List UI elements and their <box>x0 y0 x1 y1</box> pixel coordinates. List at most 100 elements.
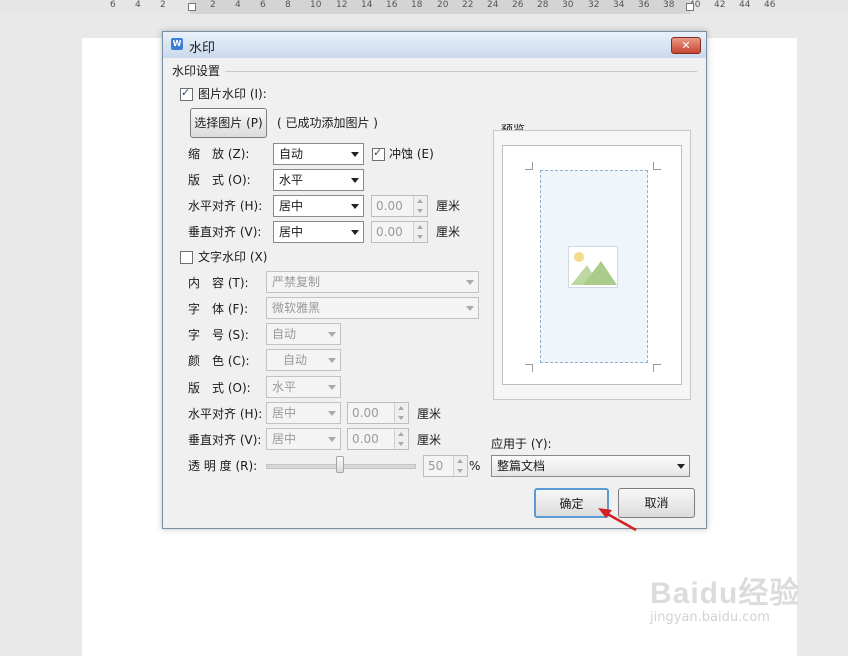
select-picture-button[interactable]: 选择图片 (P) <box>190 108 267 138</box>
apply-to-select[interactable]: 整篇文档 <box>491 455 690 477</box>
close-button[interactable]: ✕ <box>671 37 701 54</box>
ruler-number: 2 <box>210 0 216 10</box>
ruler-number: 24 <box>487 0 499 10</box>
image-placeholder-icon <box>568 246 618 288</box>
ruler-number: 30 <box>562 0 574 10</box>
text-halign-spinner[interactable]: 0.00 <box>347 402 409 424</box>
ruler-number: 4 <box>135 0 141 10</box>
text-halign-value: 居中 <box>272 406 297 420</box>
chevron-down-icon <box>328 385 336 390</box>
ruler-number: 28 <box>537 0 549 10</box>
spin-down-icon[interactable] <box>413 206 427 216</box>
content-label: 内 容 (T): <box>188 276 249 290</box>
apply-to-label: 应用于 (Y): <box>491 437 552 451</box>
chevron-down-icon <box>466 306 474 311</box>
margin-corner-mark <box>525 162 533 170</box>
ruler-indent-marker[interactable] <box>686 3 694 11</box>
text-halign-unit: 厘米 <box>417 407 442 421</box>
picture-halign-spinner[interactable]: 0.00 <box>371 195 428 217</box>
text-valign-unit: 厘米 <box>417 433 442 447</box>
preview-page <box>502 145 682 385</box>
scale-select[interactable]: 自动 <box>273 143 364 165</box>
chevron-down-icon <box>677 464 685 469</box>
ruler-number: 20 <box>437 0 449 10</box>
watermark-dialog: W 水印 ✕ 水印设置 图片水印 (I): 选择图片 (P) ( 已成功添加图片… <box>162 31 707 529</box>
picture-layout-label: 版 式 (O): <box>188 173 251 187</box>
chevron-down-icon <box>328 411 336 416</box>
ruler-number: 22 <box>462 0 474 10</box>
ruler-number: 12 <box>336 0 348 10</box>
spin-down-icon[interactable] <box>413 232 427 242</box>
baidu-watermark: Baidu经验 jingyan.baidu.com <box>650 568 800 625</box>
picture-watermark-checkbox[interactable] <box>180 86 193 101</box>
size-select[interactable]: 自动 <box>266 323 341 345</box>
spin-up-icon[interactable] <box>413 196 427 206</box>
ruler-number: 34 <box>613 0 625 10</box>
font-select[interactable]: 微软雅黑 <box>266 297 479 319</box>
dialog-title: 水印 <box>189 41 216 56</box>
close-icon: ✕ <box>681 39 691 52</box>
margin-corner-mark <box>653 162 661 170</box>
picture-halign-number: 0.00 <box>376 199 403 213</box>
picture-halign-value: 居中 <box>279 199 304 213</box>
text-valign-spinner[interactable]: 0.00 <box>347 428 409 450</box>
spin-down-icon[interactable] <box>394 439 408 449</box>
dialog-titlebar: W 水印 ✕ <box>163 32 706 58</box>
text-watermark-checkbox[interactable] <box>180 251 193 264</box>
watermark-url: jingyan.baidu.com <box>650 610 770 625</box>
annotation-arrow <box>598 506 640 537</box>
size-label: 字 号 (S): <box>188 328 249 342</box>
picture-halign-select[interactable]: 居中 <box>273 195 364 217</box>
text-layout-select[interactable]: 水平 <box>266 376 341 398</box>
text-valign-number: 0.00 <box>352 432 379 446</box>
picture-halign-label: 水平对齐 (H): <box>188 199 263 213</box>
ruler-number: 8 <box>285 0 291 10</box>
text-halign-label: 水平对齐 (H): <box>188 407 263 421</box>
transparency-spinner[interactable]: 50 <box>423 455 468 477</box>
spin-down-icon[interactable] <box>453 466 467 476</box>
text-layout-label: 版 式 (O): <box>188 381 251 395</box>
spin-up-icon[interactable] <box>394 429 408 439</box>
preview-panel <box>493 130 691 400</box>
text-valign-value: 居中 <box>272 432 297 446</box>
picture-valign-select[interactable]: 居中 <box>273 221 364 243</box>
ruler-indent-marker[interactable] <box>188 3 196 11</box>
font-value: 微软雅黑 <box>272 301 321 315</box>
spin-up-icon[interactable] <box>394 403 408 413</box>
size-value: 自动 <box>272 327 297 341</box>
ruler-number: 32 <box>588 0 600 10</box>
ruler-number: 6 <box>110 0 116 10</box>
transparency-slider-thumb[interactable] <box>336 456 344 473</box>
picture-layout-select[interactable]: 水平 <box>273 169 364 191</box>
washout-label: 冲蚀 (E) <box>389 147 434 161</box>
text-halign-number: 0.00 <box>352 406 379 420</box>
transparency-number: 50 <box>428 459 444 473</box>
font-label: 字 体 (F): <box>188 302 249 316</box>
section-title: 水印设置 <box>172 64 221 78</box>
transparency-unit: % <box>469 459 481 473</box>
spin-up-icon[interactable] <box>413 222 427 232</box>
washout-checkbox[interactable] <box>372 146 385 161</box>
picture-valign-spinner[interactable]: 0.00 <box>371 221 428 243</box>
app-icon: W <box>171 38 183 50</box>
ruler-number: 2 <box>160 0 166 10</box>
spin-down-icon[interactable] <box>394 413 408 423</box>
ruler-number: 6 <box>260 0 266 10</box>
content-value: 严禁复制 <box>272 275 321 289</box>
chevron-down-icon <box>328 437 336 442</box>
ruler-number: 46 <box>764 0 776 10</box>
text-layout-value: 水平 <box>272 380 297 394</box>
text-valign-select[interactable]: 居中 <box>266 428 341 450</box>
picture-layout-value: 水平 <box>279 173 304 187</box>
text-halign-select[interactable]: 居中 <box>266 402 341 424</box>
content-select[interactable]: 严禁复制 <box>266 271 479 293</box>
color-value: 自动 <box>283 353 308 367</box>
margin-corner-mark <box>525 364 533 372</box>
color-select[interactable]: 自动 <box>266 349 341 371</box>
chevron-down-icon <box>328 332 336 337</box>
chevron-down-icon <box>466 280 474 285</box>
picture-valign-label: 垂直对齐 (V): <box>188 225 262 239</box>
text-watermark-label: 文字水印 (X) <box>198 250 268 264</box>
chevron-down-icon <box>351 178 359 183</box>
spin-up-icon[interactable] <box>453 456 467 466</box>
